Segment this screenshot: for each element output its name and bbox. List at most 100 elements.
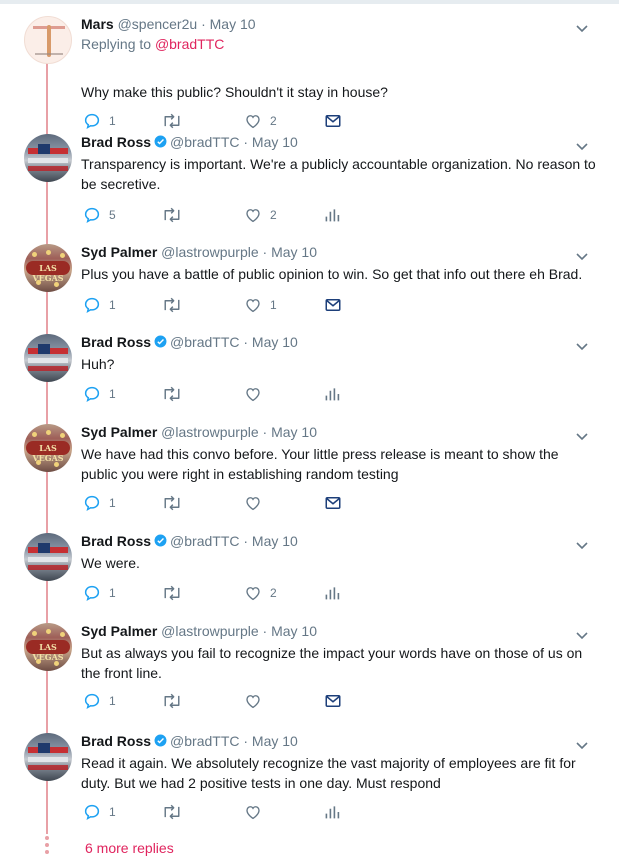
tweet-date[interactable]: · May 10 bbox=[263, 424, 317, 440]
heart-icon bbox=[244, 296, 262, 314]
author-handle[interactable]: @lastrowpurple bbox=[161, 244, 258, 260]
author-handle[interactable]: @lastrowpurple bbox=[161, 424, 258, 440]
direct-message-button[interactable] bbox=[324, 296, 342, 314]
author-name[interactable]: Syd Palmer bbox=[81, 244, 157, 260]
chevron-down-icon[interactable] bbox=[576, 138, 588, 151]
reply-icon bbox=[83, 803, 101, 821]
direct-message-button[interactable] bbox=[324, 692, 342, 710]
retweet-button[interactable] bbox=[161, 692, 191, 710]
like-button[interactable]: 2 bbox=[244, 112, 277, 130]
avatar-sign-text: LAS VEGAS bbox=[32, 642, 64, 662]
reply-button[interactable]: 1 bbox=[83, 296, 116, 314]
tweet-header: Brad Ross @bradTTC · May 10 bbox=[81, 733, 298, 750]
avatar-syd-palmer[interactable]: LAS VEGAS bbox=[24, 244, 72, 292]
reply-button[interactable]: 5 bbox=[83, 206, 116, 224]
like-button[interactable]: 1 bbox=[244, 296, 277, 314]
chevron-down-icon[interactable] bbox=[576, 537, 588, 550]
chevron-down-icon[interactable] bbox=[576, 248, 588, 261]
tweet-actions: 11 bbox=[83, 296, 363, 314]
avatar-sign-text: LAS VEGAS bbox=[32, 263, 64, 283]
reply-button[interactable]: 1 bbox=[83, 385, 116, 403]
retweet-button[interactable] bbox=[161, 803, 191, 821]
avatar-sign-text: LAS VEGAS bbox=[32, 443, 64, 463]
reply-button[interactable]: 1 bbox=[83, 112, 116, 130]
analytics-icon bbox=[324, 386, 340, 402]
reply-button[interactable]: 1 bbox=[83, 692, 116, 710]
retweet-button[interactable] bbox=[161, 112, 191, 130]
avatar-brad-ross[interactable] bbox=[24, 733, 72, 781]
like-button[interactable] bbox=[244, 494, 270, 512]
tweet-actions: 1 bbox=[83, 803, 363, 821]
author-name[interactable]: Brad Ross bbox=[81, 334, 151, 350]
author-name[interactable]: Brad Ross bbox=[81, 134, 151, 150]
retweet-icon bbox=[161, 692, 183, 710]
analytics-button[interactable] bbox=[324, 206, 340, 224]
like-count: 1 bbox=[270, 298, 277, 312]
retweet-icon bbox=[161, 112, 183, 130]
author-name[interactable]: Brad Ross bbox=[81, 533, 151, 549]
author-handle[interactable]: @lastrowpurple bbox=[161, 623, 258, 639]
author-name[interactable]: Syd Palmer bbox=[81, 623, 157, 639]
avatar-brad-ross[interactable] bbox=[24, 134, 72, 182]
tweet-header: Syd Palmer @lastrowpurple · May 10 bbox=[81, 623, 317, 640]
reply-button[interactable]: 1 bbox=[83, 494, 116, 512]
chevron-down-icon[interactable] bbox=[576, 737, 588, 750]
tweet-date[interactable]: · May 10 bbox=[243, 134, 297, 150]
author-handle[interactable]: @spencer2u bbox=[118, 16, 198, 32]
direct-message-button[interactable] bbox=[324, 112, 342, 130]
avatar-brad-ross[interactable] bbox=[24, 334, 72, 382]
tweet-date[interactable]: · May 10 bbox=[263, 244, 317, 260]
like-button[interactable] bbox=[244, 803, 270, 821]
like-button[interactable] bbox=[244, 692, 270, 710]
avatar-brad-ross[interactable] bbox=[24, 533, 72, 581]
like-button[interactable]: 2 bbox=[244, 206, 277, 224]
tweet-date[interactable]: · May 10 bbox=[243, 533, 297, 549]
analytics-button[interactable] bbox=[324, 803, 340, 821]
author-name[interactable]: Brad Ross bbox=[81, 733, 151, 749]
author-name[interactable]: Syd Palmer bbox=[81, 424, 157, 440]
reply-button[interactable]: 1 bbox=[83, 584, 116, 602]
tweet-text: We have had this convo before. Your litt… bbox=[81, 446, 559, 482]
verified-badge-icon bbox=[154, 734, 167, 747]
replying-to: Replying to @bradTTC bbox=[81, 36, 224, 52]
tweet-header: Brad Ross @bradTTC · May 10 bbox=[81, 134, 298, 151]
author-handle[interactable]: @bradTTC bbox=[170, 134, 239, 150]
chevron-down-icon[interactable] bbox=[576, 338, 588, 351]
author-handle[interactable]: @bradTTC bbox=[170, 733, 239, 749]
avatar-syd-palmer[interactable]: LAS VEGAS bbox=[24, 623, 72, 671]
retweet-button[interactable] bbox=[161, 584, 191, 602]
analytics-button[interactable] bbox=[324, 385, 340, 403]
avatar-syd-palmer[interactable]: LAS VEGAS bbox=[24, 424, 72, 472]
verified-badge-icon bbox=[154, 135, 167, 148]
reply-button[interactable]: 1 bbox=[83, 803, 116, 821]
author-handle[interactable]: @bradTTC bbox=[170, 334, 239, 350]
author-name[interactable]: Mars bbox=[81, 16, 114, 32]
retweet-button[interactable] bbox=[161, 494, 191, 512]
thread-dots bbox=[45, 836, 49, 860]
analytics-button[interactable] bbox=[324, 584, 340, 602]
tweet-date[interactable]: · May 10 bbox=[243, 733, 297, 749]
analytics-icon bbox=[324, 804, 340, 820]
chevron-down-icon[interactable] bbox=[576, 20, 588, 33]
retweet-icon bbox=[161, 385, 183, 403]
tweet-date[interactable]: · May 10 bbox=[243, 334, 297, 350]
chevron-down-icon[interactable] bbox=[576, 627, 588, 640]
tweet-date[interactable]: · May 10 bbox=[201, 16, 255, 32]
retweet-button[interactable] bbox=[161, 385, 191, 403]
reply-icon bbox=[83, 112, 101, 130]
chevron-down-icon[interactable] bbox=[576, 428, 588, 441]
retweet-button[interactable] bbox=[161, 206, 191, 224]
direct-message-button[interactable] bbox=[324, 494, 342, 512]
tweet-text: Huh? bbox=[81, 356, 115, 372]
tweet-date[interactable]: · May 10 bbox=[263, 623, 317, 639]
message-icon bbox=[324, 297, 342, 313]
like-button[interactable]: 2 bbox=[244, 584, 277, 602]
more-replies-link[interactable]: 6 more replies bbox=[85, 840, 174, 856]
mention-link[interactable]: @bradTTC bbox=[155, 36, 224, 52]
retweet-button[interactable] bbox=[161, 296, 191, 314]
retweet-icon bbox=[161, 494, 183, 512]
avatar-mars[interactable] bbox=[24, 16, 72, 64]
heart-icon bbox=[244, 692, 262, 710]
like-button[interactable] bbox=[244, 385, 270, 403]
author-handle[interactable]: @bradTTC bbox=[170, 533, 239, 549]
